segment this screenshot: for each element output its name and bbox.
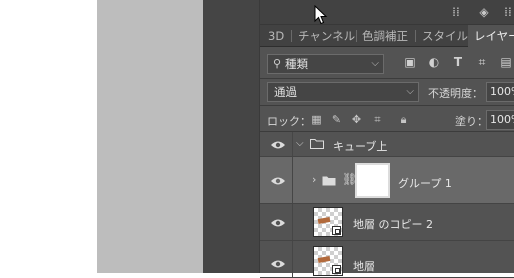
filter-kind-label: 種類 <box>285 57 308 71</box>
search-icon: ⚲ <box>273 57 282 70</box>
canvas-gray-area[interactable] <box>97 0 203 273</box>
tab-divider <box>291 30 292 42</box>
eye-icon[interactable] <box>270 175 286 187</box>
grid-dots-icon[interactable]: ⁞⁞ <box>448 4 464 20</box>
layer-row[interactable]: 地層 のコピー 2 <box>260 204 514 241</box>
fill-input[interactable]: 100% <box>486 110 514 130</box>
folder-icon <box>322 176 336 186</box>
shape-filter-icon[interactable]: ⌗ <box>474 54 490 70</box>
lock-move-icon[interactable]: ✥ <box>350 113 363 126</box>
eye-icon[interactable] <box>270 217 286 229</box>
chevron-down-icon: ⌵ <box>371 58 379 69</box>
eye-icon[interactable] <box>270 139 286 151</box>
workspace-background <box>203 0 259 273</box>
layer-row-selected[interactable]: › ⛓︎ グループ 1 <box>260 157 514 204</box>
layer-name: キューブ上 <box>333 140 388 153</box>
layer-thumbnail[interactable] <box>313 207 343 237</box>
folder-icon <box>310 139 324 149</box>
adjustment-filter-icon[interactable]: ◐ <box>426 54 442 70</box>
visibility-column <box>292 157 293 203</box>
tab-channels[interactable]: チャンネル <box>298 25 355 47</box>
blend-mode-select[interactable]: 通過 ⌵ <box>267 82 419 102</box>
chevron-down-icon: ⌵ <box>406 86 414 97</box>
visibility-column <box>292 132 293 156</box>
navigator-icon[interactable]: ◈ <box>476 4 492 20</box>
visibility-column <box>292 241 293 277</box>
layer-name: 地層 のコピー 2 <box>353 218 433 231</box>
tab-3d[interactable]: 3D <box>268 25 284 47</box>
smart-object-icon <box>332 226 341 235</box>
lock-brush-icon[interactable]: ✎ <box>330 113 343 126</box>
panel-menu-icon[interactable]: ⁞⁞ <box>500 4 514 20</box>
panel-top-strip: ⁞⁞ ◈ ⁞⁞ <box>260 0 514 25</box>
chevron-down-icon[interactable]: ⌵ <box>296 138 304 149</box>
lock-transparent-icon[interactable]: ▦ <box>310 113 323 126</box>
mask-thumbnail[interactable] <box>355 163 390 198</box>
lock-artboard-icon[interactable]: ⌗ <box>371 113 384 126</box>
panel-tabs: 3D チャンネル 色調補正 スタイル レイヤー <box>260 25 514 47</box>
fill-label: 塗り： <box>455 115 488 128</box>
eye-icon[interactable] <box>270 258 286 270</box>
lock-all-icon[interactable]: 🔒︎ <box>397 113 410 126</box>
type-filter-icon[interactable]: T <box>450 54 466 70</box>
layer-row[interactable]: ⌵ キューブ上 <box>260 132 514 157</box>
lock-label: ロック： <box>267 115 311 128</box>
tab-adjustments[interactable]: 色調補正 <box>362 25 408 47</box>
pixel-filter-icon[interactable]: ▣ <box>402 54 418 70</box>
canvas-white-area[interactable] <box>0 0 97 273</box>
thumbnail-content <box>317 255 331 264</box>
layers-panel: ⁞⁞ ◈ ⁞⁞ 3D チャンネル 色調補正 スタイル レイヤー ⚲ 種類 ⌵ ▣… <box>259 0 514 278</box>
layer-row[interactable]: 地層 <box>260 241 514 278</box>
tab-divider <box>415 30 416 42</box>
tab-layers[interactable]: レイヤー <box>468 25 514 47</box>
layer-filter-select[interactable]: ⚲ 種類 ⌵ <box>267 54 384 74</box>
divider <box>260 105 514 106</box>
blend-mode-value: 通過 <box>274 85 297 99</box>
thumbnail-content <box>317 216 331 225</box>
divider <box>260 78 514 79</box>
tab-styles[interactable]: スタイル <box>422 25 468 47</box>
mouse-cursor-icon <box>314 5 328 25</box>
visibility-column <box>292 204 293 240</box>
tab-divider <box>356 30 357 42</box>
layer-name: 地層 <box>353 260 375 273</box>
layer-thumbnail[interactable] <box>313 246 343 276</box>
chevron-right-icon[interactable]: › <box>312 173 316 186</box>
opacity-input[interactable]: 100% <box>486 82 514 102</box>
layer-name: グループ 1 <box>398 177 452 190</box>
opacity-label: 不透明度： <box>428 87 483 100</box>
smart-object-filter-icon[interactable]: ▤ <box>498 54 514 70</box>
